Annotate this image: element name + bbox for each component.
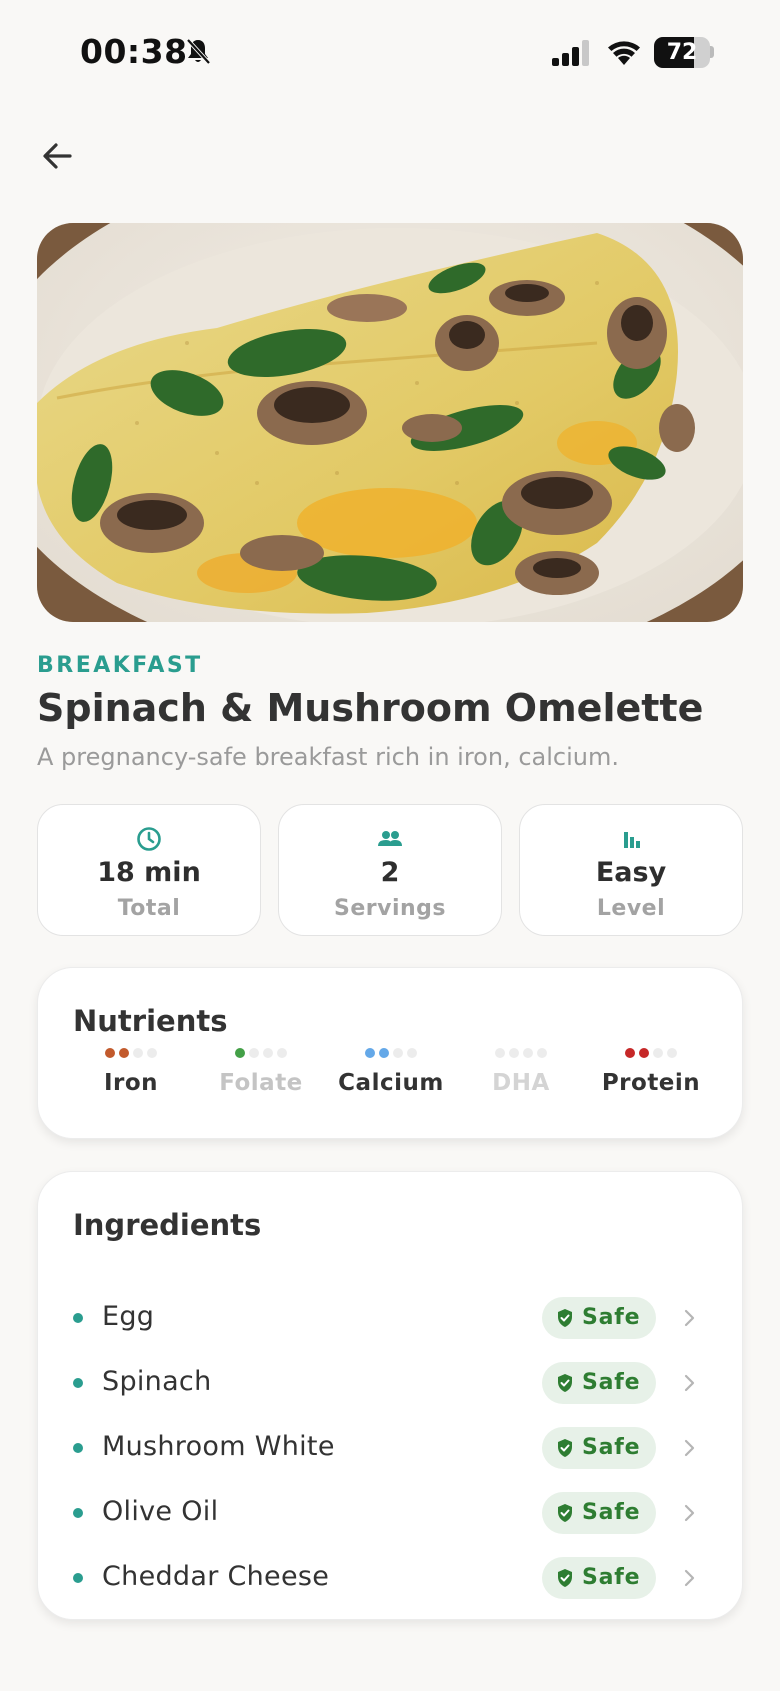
ingredient-name: Mushroom White [102,1431,335,1462]
safe-badge: Safe [542,1492,656,1534]
nutrient-calcium: Calcium [326,1048,456,1096]
info-value: 2 [380,857,400,888]
level-dot [653,1048,663,1058]
nutrients-title: Nutrients [73,1004,228,1038]
recipe-category: BREAKFAST [37,653,203,678]
nutrient-iron: Iron [66,1048,196,1096]
nutrient-label: Calcium [338,1070,444,1096]
level-dot [625,1048,635,1058]
level-dot [393,1048,403,1058]
nutrient-label: Protein [601,1070,701,1096]
level-dot [523,1048,533,1058]
level-dot [667,1048,677,1058]
level-dot [263,1048,273,1058]
info-value: Easy [595,857,667,888]
chevron-right-icon[interactable] [683,1501,697,1525]
level-dot [495,1048,505,1058]
ingredient-row[interactable]: Cheddar Cheese Safe [38,1550,744,1606]
bell-slash-icon [186,38,211,65]
shield-check-icon [558,1309,572,1327]
bullet [73,1313,83,1323]
people-icon [378,831,402,846]
safe-badge: Safe [542,1362,656,1404]
nutrient-dha: DHA [456,1048,586,1096]
safe-label: Safe [582,1370,641,1395]
nutrient-level-dots [456,1048,586,1060]
level-dot [147,1048,157,1058]
safe-label: Safe [582,1435,641,1460]
chevron-right-icon[interactable] [683,1371,697,1395]
level-dot [509,1048,519,1058]
ingredient-row[interactable]: Egg Safe [38,1290,744,1346]
ingredient-name: Spinach [102,1366,212,1397]
level-dot [639,1048,649,1058]
level-dot [235,1048,245,1058]
ingredient-row[interactable]: Olive Oil Safe [38,1485,744,1541]
safe-badge: Safe [542,1557,656,1599]
level-dot [407,1048,417,1058]
nutrient-label: Iron [103,1070,159,1096]
nutrients-panel: Nutrients Iron Folate Calcium DHA Protei… [37,967,743,1139]
nutrient-folate: Folate [196,1048,326,1096]
info-label: Servings [333,896,446,921]
safe-label: Safe [582,1500,641,1525]
nutrient-protein: Protein [586,1048,716,1096]
nutrient-level-dots [196,1048,326,1060]
ingredient-row[interactable]: Mushroom White Safe [38,1420,744,1476]
level-dot [133,1048,143,1058]
shield-check-icon [558,1504,572,1522]
recipe-subtitle: A pregnancy-safe breakfast rich in iron,… [37,743,619,771]
level-dot [365,1048,375,1058]
nutrient-level-dots [586,1048,716,1060]
cellular-signal-icon [552,40,589,66]
level-dot [105,1048,115,1058]
recipe-title: Spinach & Mushroom Omelette [37,686,704,730]
status-time: 00:38 [80,32,188,71]
level-dot [249,1048,259,1058]
nutrient-level-dots [326,1048,456,1060]
bullet [73,1508,83,1518]
level-dot [379,1048,389,1058]
clock-icon [137,827,161,851]
battery-indicator: 72 [654,37,710,68]
info-card-time: 18 min Total [37,804,261,936]
status-bar: 00:38 72 [0,0,780,110]
safe-badge: Safe [542,1297,656,1339]
bar-chart-icon [624,832,640,848]
safe-label: Safe [582,1305,641,1330]
nutrient-level-dots [66,1048,196,1060]
wifi-icon [608,41,640,65]
safe-label: Safe [582,1565,641,1590]
ingredients-title: Ingredients [73,1208,262,1242]
info-label: Level [596,896,666,921]
chevron-right-icon[interactable] [683,1306,697,1330]
ingredients-panel: Ingredients Egg Safe Spinach Safe Mushroom W… [37,1171,743,1620]
info-value: 18 min [97,857,201,888]
chevron-right-icon[interactable] [683,1566,697,1590]
safe-badge: Safe [542,1427,656,1469]
level-dot [119,1048,129,1058]
level-dot [277,1048,287,1058]
back-arrow-icon[interactable] [36,134,80,178]
battery-nub [710,46,714,58]
battery-level: 72 [666,40,698,65]
ingredient-name: Egg [102,1301,155,1332]
chevron-right-icon[interactable] [683,1436,697,1460]
info-label: Total [117,896,181,921]
recipe-hero-image [37,223,743,622]
nutrient-label: Folate [219,1070,303,1096]
bullet [73,1443,83,1453]
nutrient-label: DHA [492,1070,550,1096]
ingredient-row[interactable]: Spinach Safe [38,1355,744,1411]
shield-check-icon [558,1374,572,1392]
ingredient-name: Cheddar Cheese [102,1561,330,1592]
level-dot [537,1048,547,1058]
bullet [73,1378,83,1388]
ingredient-name: Olive Oil [102,1496,219,1527]
shield-check-icon [558,1439,572,1457]
info-card-level: Easy Level [519,804,743,936]
bullet [73,1573,83,1583]
shield-check-icon [558,1569,572,1587]
info-card-servings: 2 Servings [278,804,502,936]
